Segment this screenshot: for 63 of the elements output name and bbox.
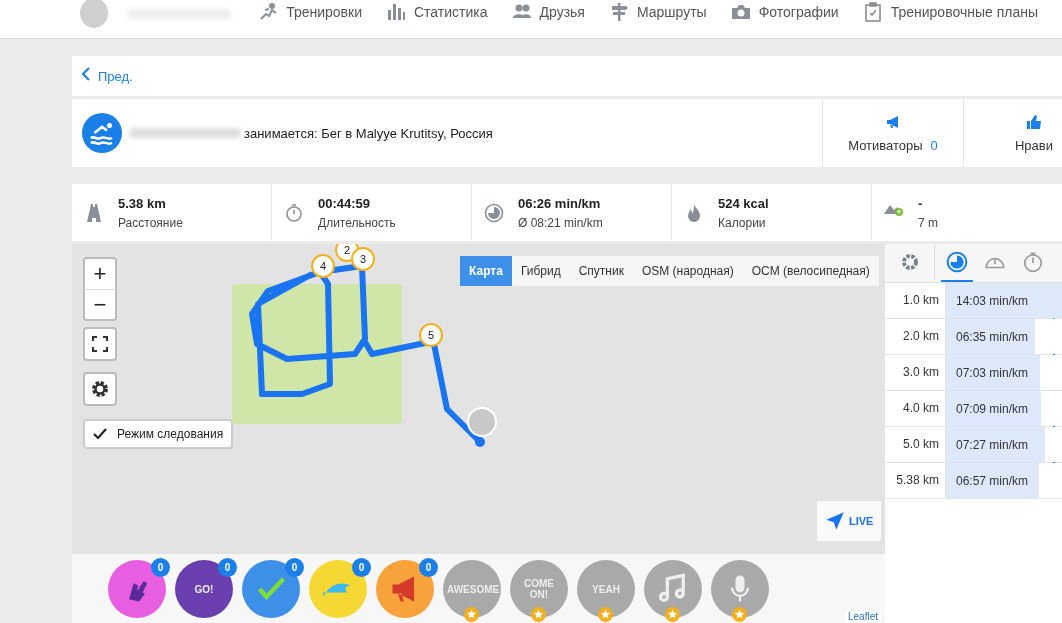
avatar[interactable] [80,0,108,28]
stat-label: Ø 08:21 min/km [518,215,603,230]
split-pace: 07:03 min/km [955,365,1029,380]
stopwatch-icon [284,202,304,223]
fullscreen-button[interactable] [83,327,117,361]
map-marker[interactable]: 3 [351,247,375,271]
count-badge: 0 [218,558,237,577]
user-avatar [467,407,497,437]
thumbs-up-icon [1026,113,1042,130]
nav-link[interactable]: Тренировки [258,2,362,22]
stat-value: 524 kcal [718,195,769,211]
stat-value: - [918,195,924,211]
back-link[interactable]: Пред. [82,68,133,84]
stat-value: 06:26 min/km [518,195,602,211]
megaphone-icon [885,113,901,130]
count-badge: 0 [285,558,304,577]
stat-label: Калории [718,215,767,230]
stat-value: 5.38 km [118,195,167,211]
map-layer-tab[interactable]: Гибрид [511,256,570,286]
settings-button[interactable] [83,372,117,406]
nav-link[interactable]: Тренировочные планы [862,2,1038,22]
stat-label: Расстояние [118,215,183,230]
split-pace: 07:27 min/km [955,437,1029,452]
bar-chart-icon [386,2,406,22]
stat-label: 7 m [918,215,938,230]
pace-icon [946,251,968,273]
live-button[interactable]: LIVE [817,501,882,541]
map-marker[interactable]: 5 [419,323,443,347]
fullscreen-icon [92,336,108,352]
follow-mode-checkbox[interactable]: Режим следования [83,419,234,449]
split-pace: 06:35 min/km [955,329,1029,344]
map-layer-tab[interactable]: OSM (народная) [632,256,743,286]
navigation-arrow-icon [825,511,845,531]
settings-icon [90,379,110,399]
stopwatch-icon [1022,251,1044,273]
map-layer-tab[interactable]: Спутник [569,256,633,286]
split-pace: 07:09 min/km [955,401,1029,416]
swimmer-icon [82,113,122,153]
action-button[interactable]: Мотиваторы 0 [822,99,963,167]
checkmark-icon [93,428,107,440]
clipboard-icon [862,2,883,22]
zoom-out-button[interactable]: − [85,289,115,319]
nav-link[interactable]: Фотографии [730,2,839,22]
map-layer-tab[interactable]: ОСМ (велосипедная) [742,256,879,286]
count-badge: 0 [419,558,438,577]
map-marker[interactable]: 4 [311,254,335,278]
nav-link[interactable]: Маршруты [608,2,707,22]
activity-text: занимается: Бег в Malyye Krutitsy, Россия [244,125,493,141]
nav-link[interactable]: Статистика [386,2,488,22]
pace-icon [484,202,504,223]
stat-value: 00:44:59 [318,195,372,211]
nav-link[interactable]: Друзья [511,2,585,22]
runner-icon [258,2,279,22]
stat-label: Длительность [318,215,396,230]
zoom-in-button[interactable]: + [85,259,115,289]
attribution-link[interactable]: Leaflet [844,611,881,622]
count-badge: 0 [352,558,371,577]
action-button[interactable]: Нрави [963,99,1062,167]
chevron-left-icon [82,67,90,81]
split-pace: 14:03 min/km [955,293,1029,308]
road-icon [84,202,104,223]
count-badge: 0 [151,558,170,577]
split-pace: 06:57 min/km [955,473,1029,488]
